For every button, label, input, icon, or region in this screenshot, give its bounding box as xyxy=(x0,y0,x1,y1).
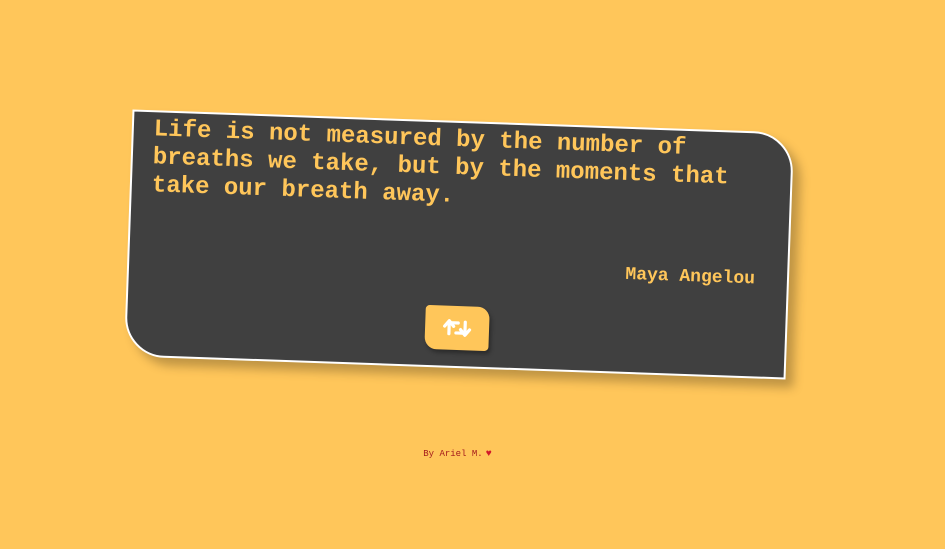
credit-text: By Ariel M. xyxy=(423,449,483,459)
footer-credit: By Ariel M. ♥ xyxy=(0,449,915,460)
new-quote-button[interactable] xyxy=(424,304,490,352)
page: Life is not measured by the number of br… xyxy=(0,0,945,549)
quote-author: Maya Angelou xyxy=(625,264,756,290)
quote-text: Life is not measured by the number of br… xyxy=(151,116,730,210)
quote-card: Life is not measured by the number of br… xyxy=(123,109,795,380)
heart-icon: ♥ xyxy=(485,449,492,460)
retweet-icon xyxy=(443,319,472,337)
